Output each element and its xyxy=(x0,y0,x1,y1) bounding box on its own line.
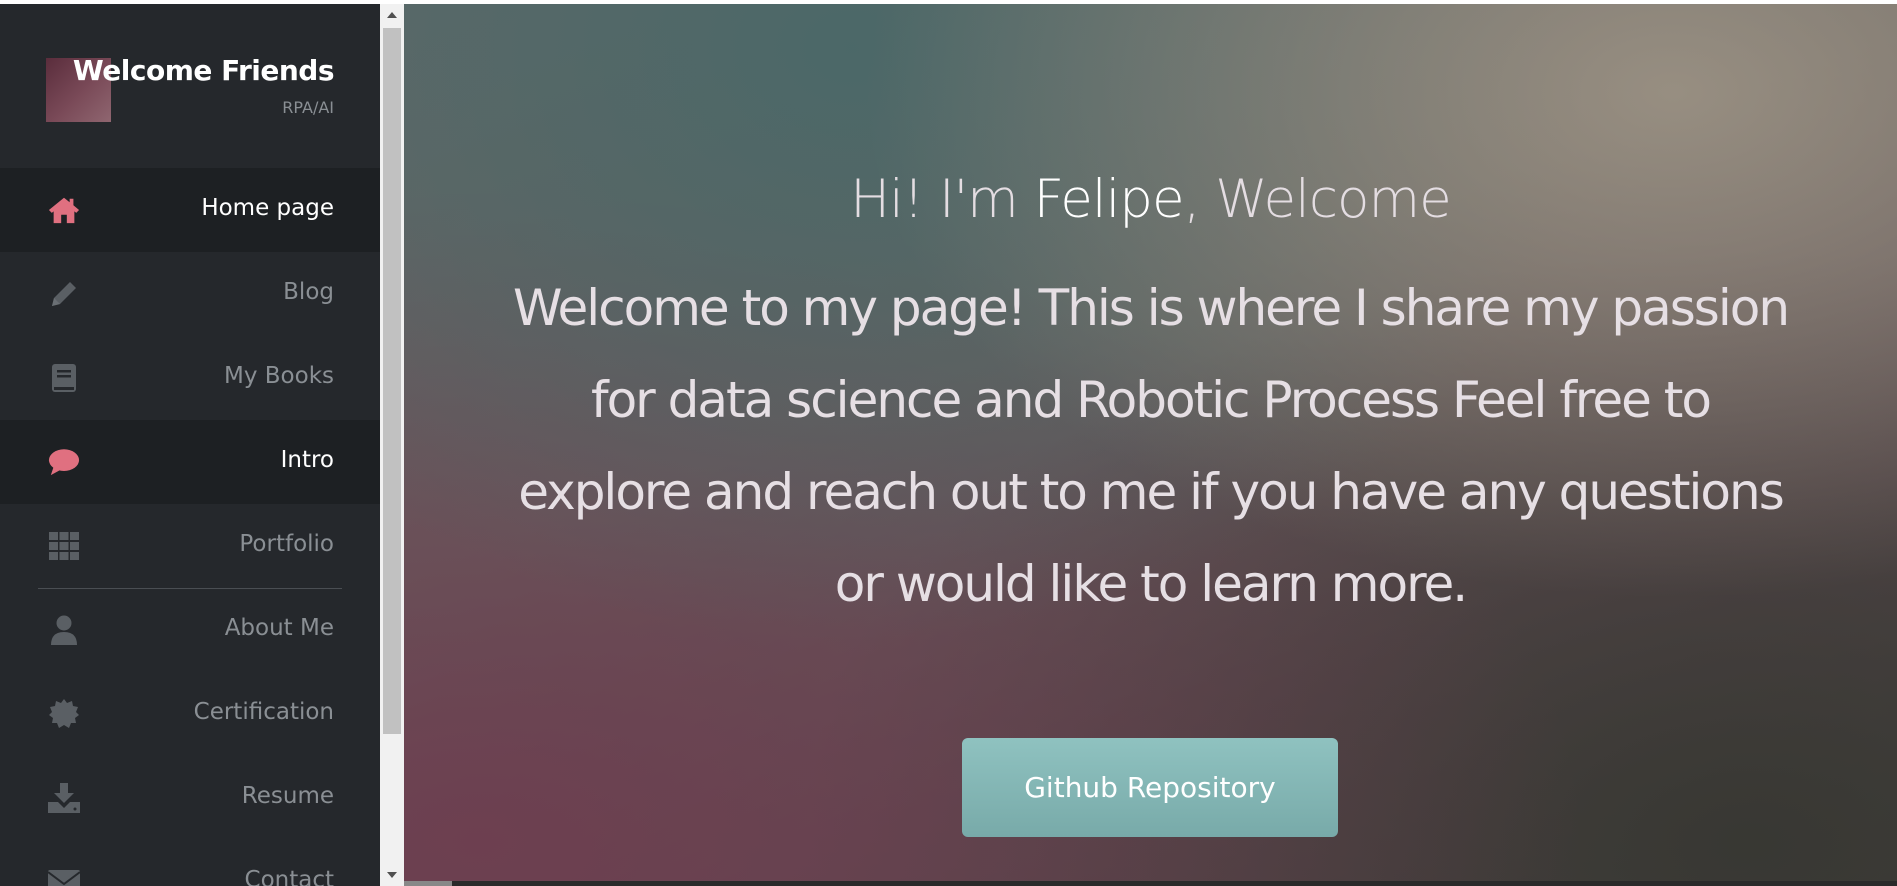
nav-divider xyxy=(38,588,342,589)
book-icon xyxy=(48,362,80,394)
sidebar-scrollbar[interactable] xyxy=(380,4,404,886)
scroll-up-arrow-icon[interactable] xyxy=(380,4,404,26)
envelope-icon xyxy=(48,866,80,886)
pencil-icon xyxy=(48,278,80,310)
sidebar-item-label: Blog xyxy=(283,279,334,305)
sidebar-item-label: Certification xyxy=(193,699,334,725)
hero-section: Hi! I'm Felipe, Welcome Welcome to my pa… xyxy=(404,4,1897,886)
sidebar-item-label: Portfolio xyxy=(239,531,334,557)
home-icon xyxy=(48,194,80,226)
hero-description: Welcome to my page! This is where I shar… xyxy=(512,279,1790,613)
sidebar: Welcome Friends RPA/AI Home page Blog My… xyxy=(0,4,380,886)
sidebar-item-label: About Me xyxy=(224,615,334,641)
brand-header: Welcome Friends RPA/AI xyxy=(0,4,380,168)
sidebar-item-label: Home page xyxy=(201,195,334,221)
download-icon xyxy=(48,782,80,814)
user-icon xyxy=(48,614,80,646)
sidebar-item-blog[interactable]: Blog xyxy=(0,252,380,336)
sidebar-nav: Home page Blog My Books Intro Portfolio … xyxy=(0,168,380,886)
sidebar-item-label: My Books xyxy=(224,363,334,389)
sidebar-item-certification[interactable]: Certification xyxy=(0,672,380,756)
site-title: Welcome Friends xyxy=(72,54,335,87)
horizontal-scrollbar-thumb[interactable] xyxy=(404,881,452,886)
greeting-suffix: , Welcome xyxy=(1183,169,1452,230)
grid-icon xyxy=(48,530,80,562)
site-subtitle: RPA/AI xyxy=(282,98,334,117)
sidebar-item-about-me[interactable]: About Me xyxy=(0,588,380,672)
sidebar-item-home-page[interactable]: Home page xyxy=(0,168,380,252)
hero-name: Felipe xyxy=(1033,169,1185,230)
sidebar-item-label: Resume xyxy=(241,783,334,809)
sidebar-item-portfolio[interactable]: Portfolio xyxy=(0,504,380,588)
sidebar-item-intro[interactable]: Intro xyxy=(0,420,380,504)
sidebar-item-label: Contact xyxy=(244,867,334,886)
scrollbar-thumb[interactable] xyxy=(383,28,401,734)
hero-heading: Hi! I'm Felipe, Welcome xyxy=(404,169,1897,230)
sidebar-item-my-books[interactable]: My Books xyxy=(0,336,380,420)
sidebar-item-label: Intro xyxy=(280,447,334,473)
speech-bubble-icon xyxy=(48,446,80,478)
sidebar-item-contact[interactable]: Contact xyxy=(0,840,380,886)
certificate-icon xyxy=(48,698,80,730)
sidebar-item-resume[interactable]: Resume xyxy=(0,756,380,840)
github-repository-button[interactable]: Github Repository xyxy=(962,738,1338,837)
greeting-prefix: Hi! I'm xyxy=(850,169,1034,230)
scroll-down-arrow-icon[interactable] xyxy=(380,864,404,886)
horizontal-scrollbar[interactable] xyxy=(404,881,1897,886)
